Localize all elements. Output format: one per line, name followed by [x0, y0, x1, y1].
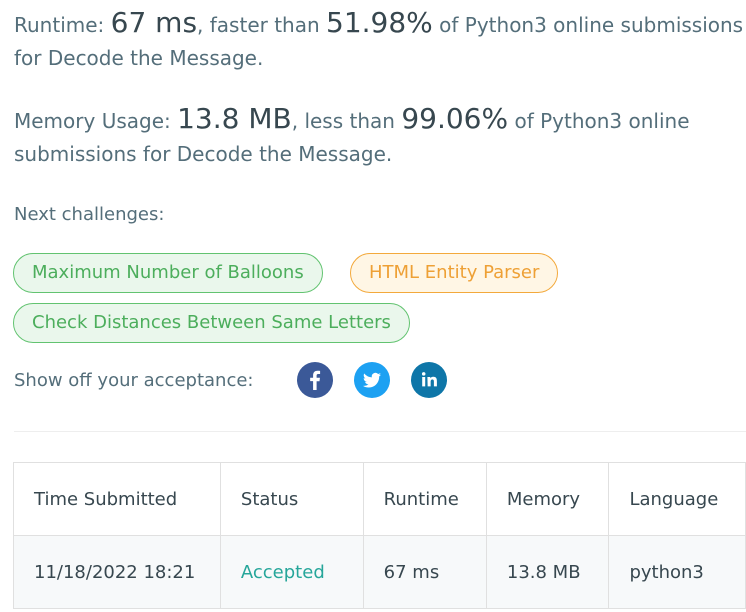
runtime-stat: Runtime: 67 ms, faster than 51.98% of Py…	[14, 6, 746, 75]
table-row: 11/18/2022 18:21 Accepted 67 ms 13.8 MB …	[13, 535, 746, 609]
header-time-submitted: Time Submitted	[13, 462, 221, 536]
cell-status-accepted[interactable]: Accepted	[219, 535, 364, 609]
challenge-maximum-number-of-balloons[interactable]: Maximum Number of Balloons	[13, 253, 323, 293]
memory-comparison: , less than	[291, 109, 395, 133]
header-runtime: Runtime	[362, 462, 487, 536]
memory-percentile: 99.06%	[401, 102, 509, 135]
share-label: Show off your acceptance:	[14, 370, 254, 391]
challenge-html-entity-parser[interactable]: HTML Entity Parser	[350, 253, 559, 293]
linkedin-icon[interactable]	[411, 362, 447, 398]
submission-detail-page: Runtime: 67 ms, faster than 51.98% of Py…	[0, 0, 746, 612]
cell-time-submitted: 11/18/2022 18:21	[13, 535, 221, 609]
memory-value: 13.8 MB	[177, 102, 292, 135]
memory-label: Memory Usage:	[14, 109, 171, 133]
header-memory: Memory	[485, 462, 610, 536]
facebook-icon[interactable]	[297, 362, 333, 398]
submissions-table: Time Submitted Status Runtime Memory Lan…	[13, 462, 746, 609]
challenge-check-distances-between-same-letters[interactable]: Check Distances Between Same Letters	[13, 303, 410, 343]
cell-language: python3	[608, 535, 746, 609]
runtime-percentile: 51.98%	[326, 6, 433, 39]
memory-stat: Memory Usage: 13.8 MB, less than 99.06% …	[14, 102, 746, 171]
cell-memory: 13.8 MB	[485, 535, 610, 609]
section-divider	[14, 431, 746, 432]
header-language: Language	[608, 462, 746, 536]
runtime-value: 67 ms	[110, 6, 198, 39]
header-status: Status	[219, 462, 364, 536]
twitter-icon[interactable]	[354, 362, 390, 398]
table-header-row: Time Submitted Status Runtime Memory Lan…	[13, 462, 746, 536]
cell-runtime: 67 ms	[362, 535, 487, 609]
next-challenges-label: Next challenges:	[14, 204, 165, 225]
runtime-label: Runtime:	[14, 13, 105, 37]
runtime-comparison: , faster than	[197, 13, 320, 37]
